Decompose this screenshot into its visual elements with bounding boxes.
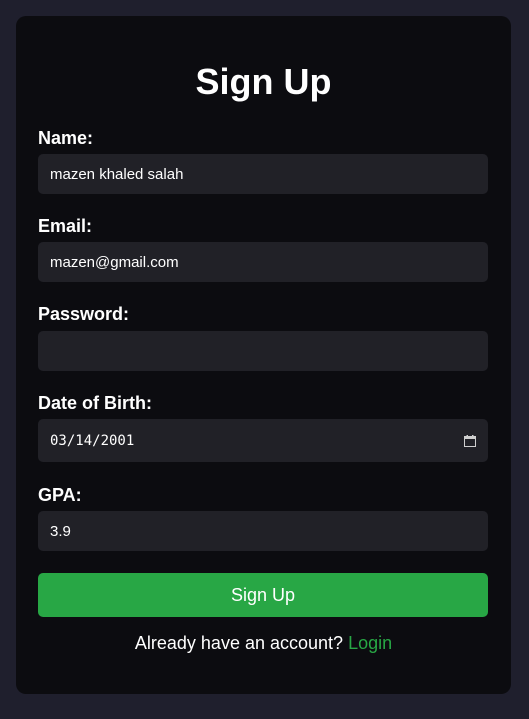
calendar-icon[interactable] — [464, 434, 476, 447]
dob-value: 03/14/2001 — [50, 432, 135, 449]
signup-button[interactable]: Sign Up — [38, 573, 488, 617]
gpa-input[interactable]: 3.9 — [38, 511, 488, 551]
password-input[interactable] — [38, 331, 488, 371]
name-label: Name: — [38, 128, 94, 148]
gpa-value: 3.9 — [50, 522, 71, 540]
login-link[interactable]: Login — [348, 633, 392, 653]
page-title: Sign Up — [195, 61, 332, 102]
email-label: Email: — [38, 216, 93, 236]
signup-card: Sign Up Name: mazen khaled salah Email: … — [16, 16, 511, 694]
password-label: Password: — [38, 304, 130, 324]
name-value: mazen khaled salah — [50, 165, 184, 183]
login-prompt: Already have an account? Login — [16, 632, 511, 654]
login-prompt-text: Already have an account? — [134, 633, 344, 653]
name-input[interactable]: mazen khaled salah — [38, 154, 488, 194]
gpa-label: GPA: — [38, 485, 82, 505]
dob-label: Date of Birth: — [38, 393, 152, 413]
email-input[interactable]: mazen@gmail.com — [38, 242, 488, 282]
dob-input[interactable]: 03/14/2001 — [38, 419, 488, 462]
email-value: mazen@gmail.com — [50, 253, 179, 271]
